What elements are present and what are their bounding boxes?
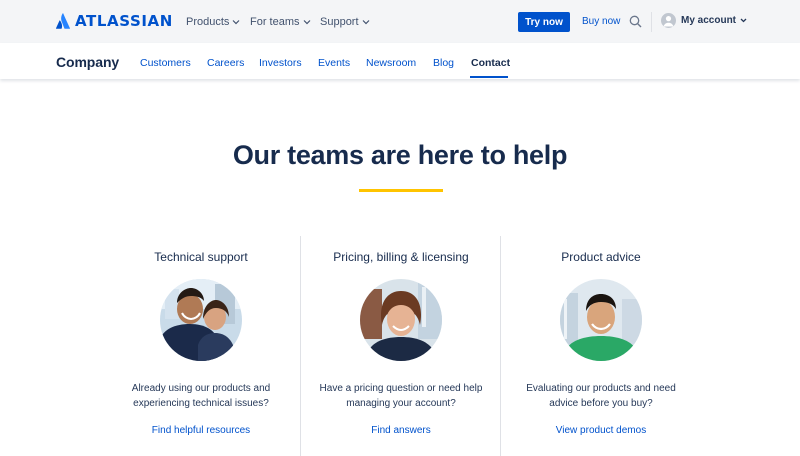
subnav-title[interactable]: Company: [56, 54, 119, 70]
subnav-item-newsroom[interactable]: Newsroom: [366, 57, 416, 69]
top-navigation-bar: ATLASSIAN Products For teams Support Try…: [0, 0, 800, 43]
find-helpful-resources-link[interactable]: Find helpful resources: [101, 425, 301, 436]
find-answers-link[interactable]: Find answers: [301, 425, 501, 436]
card-description: Already using our products and experienc…: [101, 381, 301, 411]
nav-support-label: Support: [320, 16, 359, 28]
card-description-line: experiencing technical issues?: [133, 398, 269, 409]
card-title: Pricing, billing & licensing: [333, 250, 469, 264]
avatar[interactable]: [661, 13, 676, 28]
subnav-item-contact[interactable]: Contact: [471, 57, 510, 69]
atlassian-logo-icon: [56, 13, 70, 29]
try-now-button[interactable]: Try now: [518, 12, 570, 32]
team-photo-pricing: [360, 279, 442, 361]
my-account-label: My account: [681, 15, 737, 26]
card-description-line: advice before you buy?: [549, 398, 653, 409]
subnav-item-events[interactable]: Events: [318, 57, 350, 69]
card-description-line: Evaluating our products and need: [526, 383, 676, 394]
atlassian-logo[interactable]: ATLASSIAN: [56, 12, 173, 30]
card-pricing-billing: Pricing, billing & licensing Have a pric…: [301, 236, 501, 456]
view-product-demos-link[interactable]: View product demos: [501, 425, 701, 436]
nav-divider: [651, 12, 652, 32]
nav-for-teams-label: For teams: [250, 16, 300, 28]
card-description-line: Have a pricing question or need help: [319, 383, 483, 394]
chevron-down-icon: [232, 20, 240, 25]
card-technical-support: Technical support Already using our prod…: [101, 236, 301, 456]
search-icon[interactable]: [629, 15, 642, 28]
subnav-item-careers[interactable]: Careers: [207, 57, 244, 69]
card-title: Technical support: [154, 250, 248, 264]
my-account-menu[interactable]: My account: [681, 15, 747, 26]
page-title: Our teams are here to help: [232, 140, 568, 170]
chevron-down-icon: [740, 18, 747, 23]
card-description-line: managing your account?: [346, 398, 456, 409]
nav-for-teams[interactable]: For teams: [250, 14, 311, 30]
buy-now-link[interactable]: Buy now: [582, 16, 620, 27]
nav-support[interactable]: Support: [320, 14, 370, 30]
card-description: Have a pricing question or need help man…: [301, 381, 501, 411]
active-tab-indicator: [470, 76, 508, 78]
subnav-item-blog[interactable]: Blog: [433, 57, 454, 69]
card-description-line: Already using our products and: [131, 383, 271, 394]
chevron-down-icon: [362, 20, 369, 25]
team-photo-technical-support: [160, 279, 242, 361]
nav-products-label: Products: [186, 16, 230, 28]
subnav-item-customers[interactable]: Customers: [140, 57, 191, 69]
card-description: Evaluating our products and need advice …: [501, 381, 701, 411]
subnav-item-investors[interactable]: Investors: [259, 57, 302, 69]
nav-products[interactable]: Products: [186, 14, 240, 30]
brand-name: ATLASSIAN: [75, 12, 173, 30]
title-accent-bar: [359, 189, 443, 192]
card-title: Product advice: [561, 250, 641, 264]
user-icon: [663, 16, 674, 27]
chevron-down-icon: [303, 20, 310, 25]
card-product-advice: Product advice Evaluating our products a…: [501, 236, 701, 456]
team-photo-product-advice: [560, 279, 642, 361]
company-subnav: Company Customers Careers Investors Even…: [0, 43, 800, 79]
